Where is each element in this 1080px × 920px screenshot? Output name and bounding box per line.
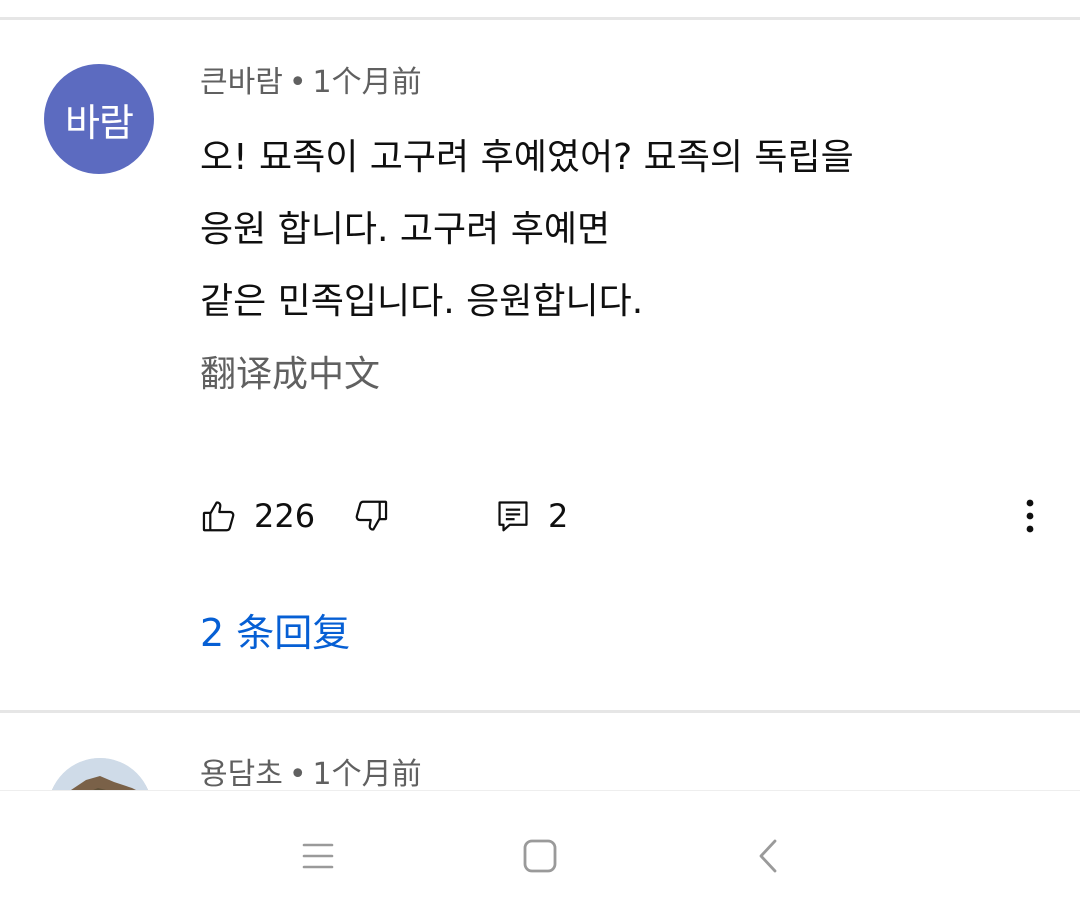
thumbs-up-icon	[202, 501, 235, 532]
view-replies-link[interactable]: 2 条回复	[200, 614, 350, 652]
dislike-button[interactable]	[352, 492, 390, 540]
menu-icon	[302, 843, 334, 869]
meta-separator: •	[288, 757, 307, 792]
comment-time: 1个月前	[312, 65, 422, 100]
comment-author[interactable]: 용담초	[200, 757, 283, 792]
more-button[interactable]	[1016, 492, 1044, 540]
more-vertical-icon	[1026, 499, 1034, 533]
home-button[interactable]	[510, 831, 570, 881]
comment-icon	[498, 501, 528, 532]
translate-button[interactable]: 翻译成中文	[200, 357, 380, 393]
recent-apps-button[interactable]	[288, 831, 348, 881]
avatar[interactable]: 바람	[44, 64, 154, 174]
comment-text: 오! 묘족이 고구려 후예였어? 묘족의 독립을 응원 합니다. 고구려 후예면…	[200, 122, 1000, 338]
back-button[interactable]	[738, 831, 798, 881]
comment-text-line: 응원 합니다. 고구려 후예면	[200, 209, 611, 250]
home-icon	[523, 839, 557, 873]
like-button[interactable]: 226	[200, 492, 315, 540]
avatar-text: 바람	[65, 100, 134, 145]
comment-divider	[0, 710, 1080, 713]
reply-button[interactable]: 2	[494, 492, 568, 540]
meta-separator: •	[288, 65, 307, 100]
thumbs-down-icon	[355, 500, 388, 531]
comment-text-line: 오! 묘족이 고구려 후예였어? 묘족의 독립을	[200, 137, 854, 178]
system-nav-bar	[0, 790, 1080, 920]
comment-author[interactable]: 큰바람	[200, 65, 283, 100]
back-icon	[759, 839, 777, 873]
comment-text-line: 같은 민족입니다. 응원합니다.	[200, 281, 644, 322]
comment-time: 1个月前	[312, 757, 422, 792]
comment-actions: 226 2	[200, 492, 1060, 540]
comment-meta: 큰바람 • 1个月前	[200, 68, 422, 98]
comments-page: 바람 큰바람 • 1个月前 오! 묘족이 고구려 후예였어? 묘족의 독립을 응원 …	[0, 0, 1080, 920]
top-divider	[0, 17, 1080, 20]
like-count: 226	[254, 497, 316, 535]
comment-meta: 용담초 • 1个月前	[200, 760, 422, 790]
reply-count: 2	[548, 497, 569, 535]
